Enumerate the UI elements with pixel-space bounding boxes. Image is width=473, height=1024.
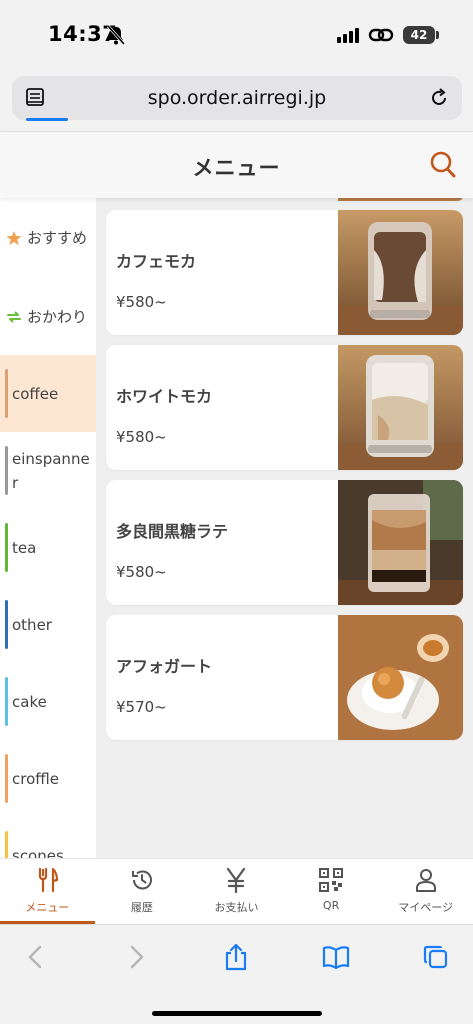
menu-item-price: ¥580~ — [116, 428, 167, 446]
menu-item-card[interactable]: 多良間黒糖ラテ ¥580~ — [106, 480, 463, 605]
reload-icon[interactable] — [428, 87, 450, 109]
app-header: メニュー — [0, 132, 473, 198]
category-color-bar — [5, 600, 8, 649]
sidebar-item-einspanner[interactable]: einspanner — [0, 432, 96, 509]
sidebar-item-okawari[interactable]: おかわり — [0, 278, 96, 355]
menu-item-name: カフェモカ — [116, 252, 197, 271]
tab-label: お支払い — [214, 901, 259, 914]
refill-icon — [7, 311, 21, 322]
tabs-icon[interactable] — [422, 943, 450, 971]
category-color-bar — [5, 831, 8, 858]
category-color-bar — [5, 754, 8, 803]
browser-url-area: spo.order.airregi.jp — [0, 70, 473, 132]
cafe-mocha-photo — [338, 210, 463, 335]
sidebar-item-label: tea — [12, 538, 37, 557]
sidebar-item-label: おすすめ — [27, 229, 88, 247]
sidebar-item-label: scones — [12, 846, 64, 859]
browser-toolbar — [0, 924, 473, 1024]
sidebar-item-coffee[interactable]: coffee — [0, 355, 96, 432]
tab-label: 履歴 — [130, 901, 153, 914]
menu-item-price: ¥570~ — [116, 698, 167, 716]
category-color-bar — [5, 677, 8, 726]
sidebar-item-label: other — [12, 615, 52, 634]
category-color-bar — [5, 523, 8, 572]
star-icon — [6, 231, 22, 245]
back-icon[interactable] — [22, 943, 50, 971]
yen-icon — [227, 867, 246, 893]
battery-icon: 42 — [403, 26, 435, 44]
tab-menu[interactable]: メニュー — [0, 859, 95, 924]
page-title: メニュー — [192, 156, 281, 180]
signal-icon — [337, 27, 359, 43]
menu-item-card[interactable]: ホワイトモカ ¥580~ — [106, 345, 463, 470]
category-sidebar: おすすめ おかわり coffee einspanner tea other ca… — [0, 198, 96, 858]
sidebar-item-label: croffle — [12, 769, 59, 788]
load-progress-indicator — [26, 118, 68, 121]
tab-label: メニュー — [25, 901, 70, 914]
category-color-bar — [5, 369, 8, 418]
tab-mypage[interactable]: マイページ — [378, 859, 473, 924]
home-indicator — [152, 1011, 322, 1016]
previous-card-image-edge — [338, 198, 463, 201]
tab-history[interactable]: 履歴 — [95, 859, 190, 924]
tab-label: QR — [322, 899, 340, 912]
tab-payment[interactable]: お支払い — [189, 859, 284, 924]
share-icon[interactable] — [222, 943, 250, 971]
sidebar-item-label: einspanner — [12, 449, 90, 492]
history-icon — [131, 870, 152, 890]
menu-item-card[interactable]: アフォガート ¥570~ — [106, 615, 463, 740]
status-bar: 14:37 42 — [0, 0, 473, 70]
sidebar-item-cake[interactable]: cake — [0, 663, 96, 740]
affogato-photo — [338, 615, 463, 740]
bookmarks-icon[interactable] — [322, 943, 350, 971]
cutlery-icon — [39, 867, 59, 893]
white-mocha-photo — [338, 345, 463, 470]
sidebar-item-label: おかわり — [27, 307, 88, 326]
sidebar-item-tea[interactable]: tea — [0, 509, 96, 586]
url-bar[interactable]: spo.order.airregi.jp — [12, 76, 462, 121]
menu-item-card[interactable]: カフェモカ ¥580~ — [106, 210, 463, 335]
forward-icon[interactable] — [122, 943, 150, 971]
menu-list: カフェモカ ¥580~ ホワイトモカ ¥580~ 多良間黒糖ラテ ¥580~ ア… — [96, 198, 473, 858]
qr-icon — [319, 868, 344, 892]
sidebar-item-osusume[interactable]: おすすめ — [0, 198, 96, 278]
sidebar-item-croffle[interactable]: croffle — [0, 740, 96, 817]
bottom-tab-bar: メニュー 履歴 お支払い QR マイページ — [0, 858, 473, 924]
menu-item-price: ¥580~ — [116, 293, 167, 311]
url-text: spo.order.airregi.jp — [147, 87, 327, 109]
bell-off-icon — [107, 25, 125, 45]
tab-qr[interactable]: QR — [284, 859, 379, 924]
person-icon — [415, 869, 436, 892]
sidebar-item-label: cake — [12, 692, 47, 711]
menu-item-name: アフォガート — [116, 657, 213, 676]
battery-cap — [436, 31, 439, 39]
sidebar-item-label: coffee — [12, 384, 59, 403]
tab-label: マイページ — [398, 901, 454, 914]
link-icon — [368, 28, 394, 42]
sidebar-item-scones[interactable]: scones — [0, 817, 96, 858]
sidebar-item-other[interactable]: other — [0, 586, 96, 663]
menu-item-name: 多良間黒糖ラテ — [116, 522, 229, 541]
category-color-bar — [5, 446, 8, 495]
menu-item-price: ¥580~ — [116, 563, 167, 581]
search-icon[interactable] — [429, 150, 457, 180]
menu-item-name: ホワイトモカ — [116, 387, 213, 406]
tarama-brown-sugar-latte-photo — [338, 480, 463, 605]
